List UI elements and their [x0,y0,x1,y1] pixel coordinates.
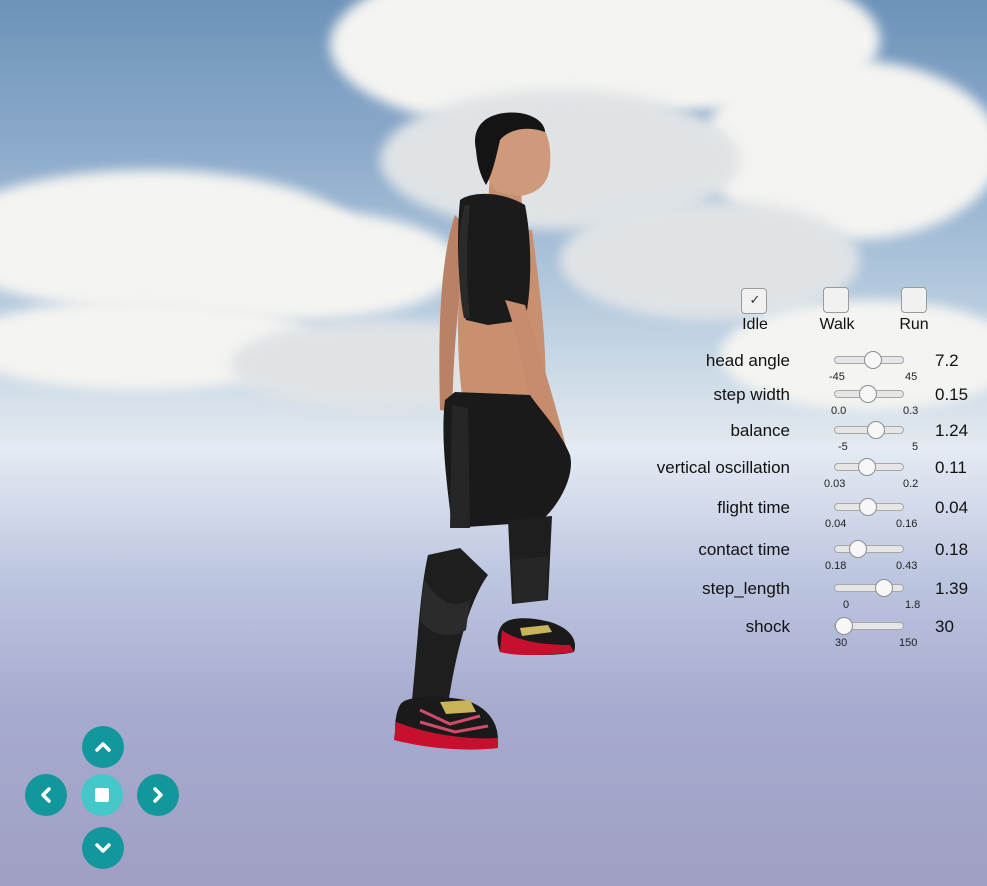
slider-thumb[interactable] [858,458,876,476]
dpad-left-button[interactable] [25,774,67,816]
walk-checkbox[interactable] [823,287,849,313]
chevron-left-icon [41,787,51,803]
param-label-vertical-oscillation: vertical oscillation [656,458,790,477]
chevron-right-icon [153,787,163,803]
slider-flight-time[interactable] [834,498,904,516]
slider-min-flight-time: 0.04 [825,518,847,530]
slider-step-width[interactable] [834,385,904,403]
param-label-shock: shock [745,617,790,636]
slider-thumb[interactable] [849,540,867,558]
slider-min-head-angle: -45 [829,371,845,383]
slider-thumb[interactable] [835,617,853,635]
slider-thumb[interactable] [859,498,877,516]
slider-head-angle[interactable] [834,351,904,369]
slider-thumb[interactable] [864,351,882,369]
value-flight-time: 0.04 [935,498,969,517]
param-label-head-angle: head angle [705,351,790,370]
check-icon: ✓ [749,292,761,307]
slider-max-shock: 150 [899,637,918,649]
chevron-up-icon [95,742,111,752]
param-label-step-width: step width [713,385,790,404]
value-balance: 1.24 [935,421,969,440]
dpad-up-button[interactable] [82,726,124,768]
slider-min-shock: 30 [835,637,848,649]
slider-max-contact-time: 0.43 [896,560,918,572]
slider-max-flight-time: 0.16 [896,518,918,530]
stop-icon [95,788,109,802]
slider-step-length[interactable] [834,579,904,597]
param-label-contact-time: contact time [698,540,790,559]
value-step-length: 1.39 [935,579,969,598]
value-shock: 30 [935,617,954,636]
run-checkbox[interactable] [901,287,927,313]
param-label-flight-time: flight time [717,498,790,517]
slider-max-step-width: 0.3 [903,405,919,417]
value-head-angle: 7.2 [935,351,959,370]
value-contact-time: 0.18 [935,540,969,559]
dpad-down-button[interactable] [82,827,124,869]
slider-thumb[interactable] [859,385,877,403]
slider-max-balance: 5 [912,441,919,453]
slider-thumb[interactable] [875,579,893,597]
slider-max-vertical-oscillation: 0.2 [903,478,919,490]
chevron-down-icon [95,843,111,853]
slider-contact-time[interactable] [834,540,904,558]
slider-min-step-width: 0.0 [831,405,847,417]
walk-label: Walk [819,316,855,333]
slider-min-vertical-oscillation: 0.03 [824,478,846,490]
slider-min-balance: -5 [838,441,848,453]
slider-min-step-length: 0 [843,599,850,611]
value-step-width: 0.15 [935,385,969,404]
slider-shock[interactable] [834,617,904,635]
slider-balance[interactable] [834,421,904,439]
dpad-right-button[interactable] [137,774,179,816]
run-label: Run [899,316,929,333]
slider-thumb[interactable] [867,421,885,439]
idle-checkbox[interactable]: ✓ [741,288,767,314]
param-label-balance: balance [730,421,790,440]
slider-max-step-length: 1.8 [905,599,921,611]
slider-max-head-angle: 45 [905,371,918,383]
idle-label: Idle [742,316,768,333]
slider-min-contact-time: 0.18 [825,560,847,572]
param-label-step-length: step_length [702,579,790,598]
dpad-stop-button[interactable] [81,774,123,816]
slider-vertical-oscillation[interactable] [834,458,904,476]
value-vertical-oscillation: 0.11 [935,458,967,477]
